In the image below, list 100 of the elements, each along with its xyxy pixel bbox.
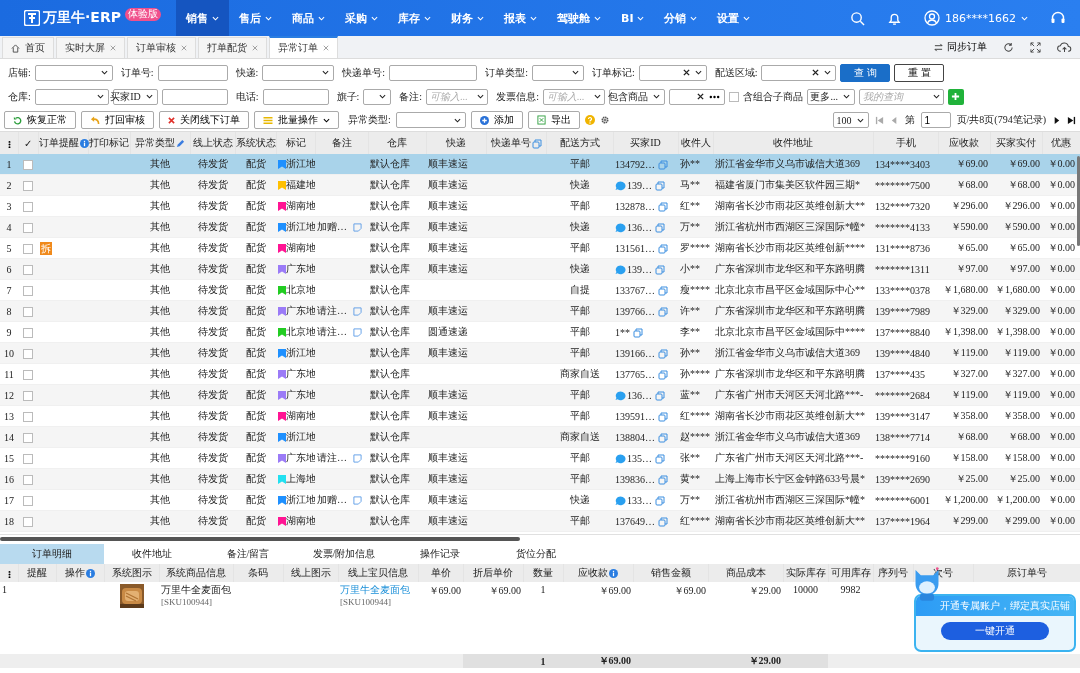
column-header[interactable]: 线上宝贝信息 — [348, 567, 408, 578]
page-tab[interactable]: 异常订单 — [269, 36, 338, 58]
copy-icon[interactable] — [655, 453, 665, 464]
tab-label[interactable]: 订单审核 — [136, 41, 176, 55]
column-header[interactable]: 优惠 — [1051, 137, 1071, 148]
column-header[interactable]: 系统商品信息 — [166, 567, 226, 578]
checkbox[interactable] — [23, 453, 33, 464]
copy-icon[interactable] — [658, 369, 668, 380]
text-field[interactable] — [262, 88, 329, 105]
column-header[interactable]: 实际库存 — [785, 567, 826, 578]
clear-icon[interactable] — [696, 93, 704, 100]
note-icon[interactable] — [353, 495, 362, 505]
checkbox[interactable] — [23, 159, 33, 170]
copy-icon[interactable] — [658, 432, 668, 443]
column-header[interactable]: 备注 — [331, 137, 352, 148]
nav-menu-item[interactable]: 分销 — [654, 0, 708, 36]
close-icon[interactable] — [323, 45, 329, 51]
column-header[interactable]: 商品成本 — [725, 567, 766, 578]
checkbox[interactable] — [23, 495, 33, 506]
detail-tab[interactable]: 备注/留言 — [200, 544, 296, 564]
chat-bubble-icon[interactable] — [615, 390, 626, 401]
nav-menu-item[interactable]: 财务 — [441, 0, 494, 36]
dropdown-field[interactable] — [34, 88, 109, 105]
column-header[interactable]: 单价 — [430, 567, 451, 578]
last-page-icon[interactable] — [1067, 115, 1076, 125]
copy-icon[interactable] — [655, 390, 665, 401]
nav-menu-item[interactable]: 驾驶舱 — [547, 0, 611, 36]
column-header[interactable]: 收件地址 — [773, 137, 813, 148]
first-page-icon[interactable] — [874, 115, 884, 125]
add-query-button[interactable] — [947, 88, 964, 105]
clear-icon[interactable] — [682, 69, 690, 76]
headset-icon[interactable] — [1050, 10, 1066, 26]
detail-tab[interactable]: 操作记录 — [392, 544, 488, 564]
next-page-icon[interactable] — [1052, 115, 1061, 125]
nav-menu-item[interactable]: 销售 — [176, 0, 229, 36]
column-header[interactable]: 应收款 — [578, 567, 608, 578]
refresh-icon[interactable] — [1003, 41, 1014, 53]
table-row[interactable]: 11 其他 待发货 配货 广东地 默认仓库 商家自送 137765… 孙**** 广东省深圳市龙华区和平东路明腾 137****435 ￥327.00 ￥327.00 ￥0.00 — [0, 363, 1080, 385]
checkbox[interactable] — [23, 390, 33, 401]
page-tab[interactable]: 订单审核 — [127, 37, 196, 58]
dropdown-field[interactable] — [531, 64, 584, 81]
product-link[interactable]: 万里牛全麦面包 — [340, 584, 416, 596]
column-header[interactable]: 仓库 — [387, 137, 407, 148]
copy-icon[interactable] — [658, 159, 668, 170]
toolbar-button[interactable]: 批量操作 — [254, 111, 339, 129]
checkbox[interactable] — [23, 264, 33, 275]
dropdown-field[interactable] — [363, 88, 392, 105]
table-row[interactable]: 3 其他 待发货 配货 湖南地 默认仓库 顺丰速运 平邮 132878… 红** 湖南省长沙市雨花区英维创新大** 132****7320 ￥296.00 ￥296.00 ￥0.00 — [0, 195, 1080, 217]
dropdown-field[interactable]: 可输入... — [542, 88, 605, 105]
copy-icon[interactable] — [633, 327, 643, 338]
cloud-upload-icon[interactable] — [1057, 41, 1072, 53]
table-row[interactable]: 18 其他 待发货 配货 湖南地 默认仓库 顺丰速运 平邮 137649… 红**** 湖南省长沙市雨花区英维创新大** 137****1964 ￥299.00 ￥299.00 ￥0.00 — [0, 510, 1080, 532]
dropdown-field[interactable] — [262, 64, 335, 81]
dropdown-field[interactable]: 包含商品 — [608, 88, 665, 105]
table-row[interactable]: 10 其他 待发货 配货 浙江地 默认仓库 顺丰速运 平邮 139166… 孙** 浙江省金华市义乌市诚信大道369 139****4840 ￥119.00 ￥119.00 ￥0.00 — [0, 342, 1080, 364]
column-header[interactable]: 应收款 — [949, 137, 979, 148]
tab-label[interactable]: 首页 — [25, 41, 45, 55]
fullscreen-icon[interactable] — [1030, 41, 1041, 53]
text-field[interactable] — [389, 64, 478, 81]
table-row[interactable]: 9 其他 待发货 配货 北京地请注… 默认仓库 圆通速递 平邮 1** 李** 北京北京市昌平区金域国际中**** 137****8840 ￥1,398.00 ￥1,398.00 ￥0.00 — [0, 321, 1080, 343]
page-tab[interactable]: 实时大屏 — [56, 37, 125, 58]
note-icon[interactable] — [353, 222, 362, 232]
column-header[interactable]: 条码 — [248, 567, 268, 578]
checkbox[interactable] — [23, 327, 33, 338]
column-header[interactable]: 配送方式 — [559, 137, 600, 148]
page-tab[interactable]: 打单配货 — [198, 37, 267, 58]
checkbox[interactable] — [23, 348, 33, 359]
table-row[interactable]: 17 其他 待发货 配货 浙江地加赠… 默认仓库 顺丰速运 快递 133… 万** 浙江省杭州市西湖区三深国际*幢* *******6001 ￥1,200.00 ￥1,200.00 ￥0.00 — [0, 489, 1080, 511]
copy-icon[interactable] — [658, 243, 668, 254]
column-header[interactable]: 快递单号 — [490, 137, 531, 148]
checkbox[interactable] — [23, 222, 33, 233]
copy-icon[interactable] — [658, 411, 668, 422]
dropdown-field[interactable]: 更多... — [806, 88, 855, 105]
tab-label[interactable]: 实时大屏 — [65, 41, 105, 55]
toolbar-button[interactable]: 打回审核 — [81, 111, 154, 129]
checkbox[interactable] — [23, 432, 33, 443]
nav-menu-item[interactable]: 设置 — [707, 0, 761, 36]
table-row[interactable]: 5 拆 其他 待发货 配货 湖南地 默认仓库 顺丰速运 平邮 131561… 罗**** 湖南省长沙市雨花区英维创新**** 131****8736 ￥65.00 ￥65.00 ￥0.00 — [0, 237, 1080, 259]
page-tab[interactable]: 首页 — [2, 37, 54, 58]
column-header[interactable]: 线上图示 — [290, 567, 331, 578]
column-menu-icon[interactable] — [7, 569, 11, 579]
column-header[interactable]: 买家实付 — [996, 137, 1036, 148]
detail-tab[interactable]: 订单明细 — [0, 544, 104, 564]
checkbox[interactable] — [23, 474, 33, 485]
dropdown-field[interactable] — [668, 88, 725, 105]
detail-tab[interactable]: 收件地址 — [104, 544, 200, 564]
close-icon[interactable] — [181, 45, 187, 51]
dropdown-field[interactable] — [638, 64, 707, 81]
column-header[interactable]: 销售金额 — [650, 567, 691, 578]
chat-bubble-icon[interactable] — [615, 222, 626, 233]
column-header[interactable]: 买家ID — [630, 137, 661, 148]
nav-menu-item[interactable]: 库存 — [388, 0, 441, 36]
page-number-field[interactable]: 1 — [920, 112, 951, 128]
column-header[interactable]: 折后单价 — [473, 567, 513, 578]
checkbox[interactable] — [23, 369, 33, 380]
column-header[interactable]: 快递 — [446, 137, 466, 148]
nav-menu-item[interactable]: 商品 — [282, 0, 335, 36]
copy-icon[interactable] — [531, 138, 542, 149]
toolbar-button[interactable]: 导出 — [527, 111, 580, 129]
checkbox-label[interactable]: 含组合子商品 — [742, 89, 803, 104]
